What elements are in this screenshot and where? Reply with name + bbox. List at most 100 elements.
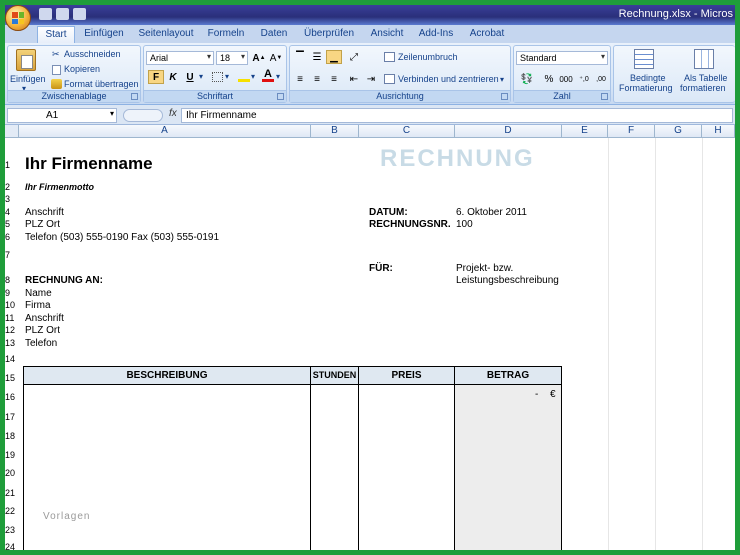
row-header[interactable]: 22 [5,506,19,516]
align-top-icon[interactable]: ▔ [292,50,308,64]
row-header[interactable]: 6 [5,232,19,242]
company-motto[interactable]: Ihr Firmenmotto [25,182,94,192]
border-icon[interactable] [212,72,223,82]
table-header-price[interactable]: PREIS [358,366,455,385]
invoice-number-label[interactable]: RECHNUNGSNR. [369,219,451,230]
conditional-formatting-label-1[interactable]: Bedingte [630,73,666,83]
for-label[interactable]: FÜR: [369,263,393,274]
row-header[interactable]: 2 [5,182,19,192]
save-icon[interactable] [39,8,52,20]
row-header[interactable]: 17 [5,412,19,422]
increase-decimal-icon[interactable]: ⁺,0 [576,72,592,86]
tab-formeln[interactable]: Formeln [203,26,249,43]
conditional-formatting-icon[interactable] [634,49,654,69]
fill-color-icon[interactable] [238,71,250,82]
bill-to-phone[interactable]: Telefon [25,338,57,349]
underline-dropdown-icon[interactable]: ▾ [199,72,203,81]
number-format-select[interactable]: Standard [516,51,608,65]
column-header-b[interactable]: B [311,125,359,138]
tab-start[interactable]: Start [37,26,75,43]
project-description-2[interactable]: Leistungsbeschreibung [456,275,559,286]
clipboard-dialog-launcher[interactable] [131,93,138,100]
formula-bar-handle[interactable] [123,109,163,122]
paste-icon[interactable] [16,49,36,71]
column-header-f[interactable]: F [608,125,655,138]
tab-einfuegen[interactable]: Einfügen [79,26,129,43]
row-header[interactable]: 20 [5,468,19,478]
fill-dropdown-icon[interactable]: ▾ [251,72,255,81]
cut-button[interactable]: Ausschneiden [64,49,121,59]
font-size-select[interactable]: 18 [216,51,248,65]
align-center-icon[interactable]: ≡ [309,72,325,86]
format-painter-icon[interactable] [51,79,62,89]
tab-ueberpruefen[interactable]: Überprüfen [301,26,357,43]
row-header[interactable]: 18 [5,431,19,441]
align-left-icon[interactable]: ≡ [292,72,308,86]
row-header[interactable]: 10 [5,300,19,310]
company-name[interactable]: Ihr Firmenname [25,154,153,174]
date-label[interactable]: DATUM: [369,207,408,218]
format-as-table-label-2[interactable]: formatieren [680,83,726,93]
row-header[interactable]: 24 [5,542,19,550]
row-header[interactable]: 7 [5,250,19,260]
font-dialog-launcher[interactable] [277,93,284,100]
row-header[interactable]: 15 [5,373,19,383]
row-header[interactable]: 11 [5,313,19,323]
row-header[interactable]: 9 [5,288,19,298]
font-color-icon[interactable]: A [262,69,274,82]
column-header-e[interactable]: E [562,125,608,138]
company-phone-fax[interactable]: Telefon (503) 555-0190 Fax (503) 555-019… [25,232,219,243]
row-header[interactable]: 16 [5,392,19,402]
row-header[interactable]: 13 [5,338,19,348]
format-as-table-label-1[interactable]: Als Tabelle [684,73,727,83]
row-header[interactable]: 12 [5,325,19,335]
format-as-table-icon[interactable] [694,49,714,69]
bill-to-name[interactable]: Name [25,288,52,299]
bill-to-label[interactable]: RECHNUNG AN: [25,275,103,286]
bill-to-address[interactable]: Anschrift [25,313,64,324]
wrap-text-icon[interactable] [384,52,395,62]
increase-indent-icon[interactable]: ⇥ [363,72,379,86]
row-header[interactable]: 21 [5,488,19,498]
row-header[interactable]: 3 [5,194,19,204]
tab-ansicht[interactable]: Ansicht [365,26,409,43]
invoice-number-value[interactable]: 100 [456,219,473,230]
date-value[interactable]: 6. Oktober 2011 [456,207,527,218]
wrap-text-button[interactable]: Zeilenumbruch [398,52,458,62]
italic-button[interactable]: K [165,70,181,84]
tab-acrobat[interactable]: Acrobat [465,26,509,43]
border-dropdown-icon[interactable]: ▾ [225,72,229,81]
align-middle-icon[interactable]: ☰ [309,50,325,64]
office-button[interactable] [5,5,31,31]
bill-to-company[interactable]: Firma [25,300,51,311]
paste-button[interactable]: Einfügen [10,74,46,84]
align-right-icon[interactable]: ≡ [326,72,342,86]
currency-format-icon[interactable]: 💱 [516,72,538,86]
merge-dropdown-icon[interactable]: ▾ [500,75,504,84]
font-name-select[interactable]: Arial [146,51,214,65]
row-header[interactable]: 8 [5,275,19,285]
align-bottom-icon[interactable]: ▁ [326,50,342,64]
row-header[interactable]: 23 [5,525,19,535]
column-header-d[interactable]: D [455,125,562,138]
insert-function-icon[interactable]: fx [169,108,177,119]
alignment-dialog-launcher[interactable] [501,93,508,100]
invoice-title[interactable]: RECHNUNG [380,145,535,173]
amount-value[interactable]: - [535,389,538,400]
bill-to-zip-city[interactable]: PLZ Ort [25,325,60,336]
copy-icon[interactable] [52,65,61,75]
decrease-decimal-icon[interactable]: ,00 [593,72,609,86]
bold-button[interactable]: F [148,70,164,84]
underline-button[interactable]: U [182,70,198,84]
font-color-dropdown-icon[interactable]: ▾ [276,72,280,81]
column-header-g[interactable]: G [655,125,702,138]
select-all-corner[interactable] [5,125,19,138]
decrease-indent-icon[interactable]: ⇤ [346,72,362,86]
company-address[interactable]: Anschrift [25,207,64,218]
number-dialog-launcher[interactable] [601,93,608,100]
percent-icon[interactable]: % [541,72,557,86]
tab-addins[interactable]: Add-Ins [415,26,457,43]
row-header[interactable]: 1 [5,160,19,170]
row-header[interactable]: 19 [5,450,19,460]
formula-input[interactable]: Ihr Firmenname [181,108,733,123]
